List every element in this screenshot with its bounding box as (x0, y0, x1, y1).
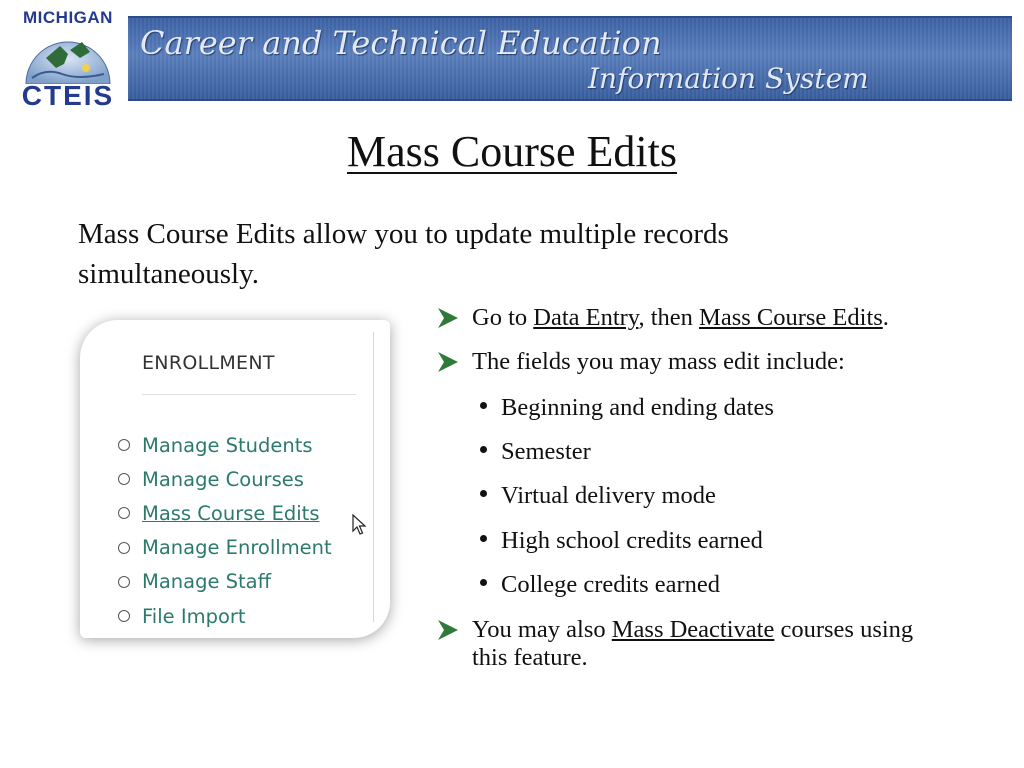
menu-item-label[interactable]: File Import (142, 605, 246, 628)
dot-bullet-icon (480, 535, 487, 542)
menu-item-manage-enrollment[interactable]: Manage Enrollment (118, 531, 332, 565)
header-banner: Career and Technical Education Informati… (128, 16, 1012, 101)
enrollment-menu-screenshot: ENROLLMENT Manage Students Manage Course… (80, 320, 390, 638)
menu-item-file-import[interactable]: File Import (118, 599, 332, 633)
bullet-text: You may also (472, 616, 612, 643)
sub-bullet-text: High school credits earned (501, 527, 763, 554)
menu-item-manage-courses[interactable]: Manage Courses (118, 462, 332, 496)
arrow-bullet-icon (438, 308, 458, 328)
circle-bullet-icon (118, 575, 130, 588)
sub-bullet-text: College credits earned (501, 571, 721, 598)
bullet-text: this feature. (472, 644, 588, 671)
circle-bullet-icon (118, 473, 130, 486)
michigan-globe-icon (25, 41, 111, 84)
intro-text: Mass Course Edits allow you to update mu… (78, 218, 729, 290)
sub-bullet: Virtual delivery mode (480, 482, 716, 510)
menu-item-mass-course-edits[interactable]: Mass Course Edits (118, 496, 332, 530)
bullet-text: The fields you may mass edit include: (472, 348, 845, 375)
bullet-text: . (882, 304, 889, 331)
data-entry-link[interactable]: Data Entry (533, 304, 638, 331)
sub-bullet: College credits earned (480, 571, 720, 599)
menu-heading: ENROLLMENT (142, 352, 275, 374)
dot-bullet-icon (480, 446, 487, 453)
menu-item-label[interactable]: Manage Courses (142, 468, 304, 491)
menu-item-label[interactable]: Mass Course Edits (142, 502, 320, 525)
dot-bullet-icon (480, 579, 487, 586)
bullet-text: courses using (774, 616, 914, 643)
arrow-bullet-icon (438, 352, 458, 372)
menu-panel: ENROLLMENT Manage Students Manage Course… (94, 332, 374, 628)
circle-bullet-icon (118, 439, 130, 452)
logo-top-text: MICHIGAN (23, 8, 113, 27)
banner-line-1: Career and Technical Education (140, 24, 662, 62)
menu-divider (142, 394, 356, 395)
sub-bullet: Semester (480, 438, 591, 466)
sub-bullet-text: Beginning and ending dates (501, 394, 774, 421)
logo-bottom-text: CTEIS (21, 80, 115, 111)
sub-bullet-text: Semester (501, 438, 591, 465)
circle-bullet-icon (118, 507, 130, 520)
menu-list: Manage Students Manage Courses Mass Cour… (118, 428, 332, 633)
banner-line-2: Information System (588, 62, 869, 95)
bullet-text: , then (638, 304, 700, 331)
mass-course-edits-link[interactable]: Mass Course Edits (699, 304, 883, 331)
circle-bullet-icon (118, 541, 130, 554)
menu-item-manage-staff[interactable]: Manage Staff (118, 565, 332, 599)
menu-item-label[interactable]: Manage Students (142, 434, 313, 457)
menu-item-label[interactable]: Manage Staff (142, 570, 271, 593)
cteis-logo: MICHIGAN CTEIS (8, 6, 128, 111)
arrow-bullet-icon (438, 620, 458, 640)
bullet-text: Go to (472, 304, 534, 331)
menu-item-manage-students[interactable]: Manage Students (118, 428, 332, 462)
sub-bullet: Beginning and ending dates (480, 394, 774, 422)
mouse-cursor-icon (352, 514, 367, 535)
circle-bullet-icon (118, 610, 130, 623)
sub-bullet-text: Virtual delivery mode (501, 482, 716, 509)
dot-bullet-icon (480, 402, 487, 409)
sub-bullet: High school credits earned (480, 527, 763, 555)
dot-bullet-icon (480, 490, 487, 497)
page-title: Mass Course Edits (0, 126, 1024, 177)
mass-deactivate-link[interactable]: Mass Deactivate (612, 616, 775, 643)
menu-item-label[interactable]: Manage Enrollment (142, 536, 332, 559)
page-title-text: Mass Course Edits (347, 127, 677, 176)
